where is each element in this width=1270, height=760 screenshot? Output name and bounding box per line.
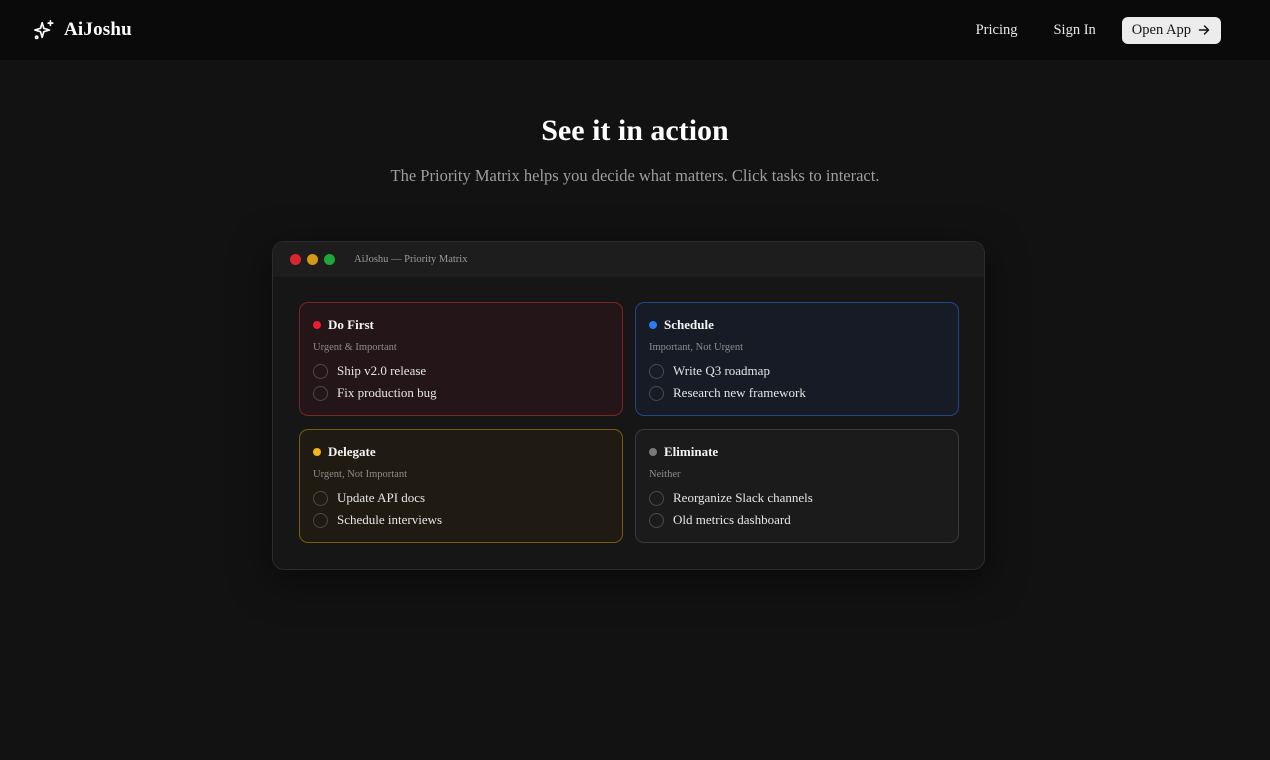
- quadrant-title: Do First: [328, 316, 374, 332]
- quadrant-do-first: Do First Urgent & Important Ship v2.0 re…: [299, 302, 623, 416]
- hero-subtitle: The Priority Matrix helps you decide wha…: [390, 166, 880, 185]
- task-checkbox[interactable]: [313, 363, 328, 379]
- quadrant-description: Neither: [649, 469, 681, 480]
- task-label: Fix production bug: [337, 385, 437, 400]
- top-navbar: AiJoshu Pricing Sign In Open App: [0, 0, 1270, 60]
- task-checkbox[interactable]: [313, 512, 328, 528]
- quadrant-title: Eliminate: [664, 443, 719, 459]
- open-app-label: Open App: [1131, 21, 1191, 38]
- window-titlebar: AiJoshu — Priority Matrix: [273, 242, 984, 277]
- task-label: Reorganize Slack channels: [673, 490, 813, 505]
- quadrant-header: Do First: [313, 317, 609, 332]
- hero-title: See it in action: [541, 114, 729, 147]
- quadrant-color-dot: [313, 447, 321, 456]
- sparkles-icon: [34, 20, 54, 40]
- window-title: AiJoshu — Priority Matrix: [354, 254, 468, 265]
- quadrant-header: Delegate: [313, 444, 609, 459]
- priority-matrix: Do First Urgent & Important Ship v2.0 re…: [299, 302, 959, 543]
- task-checkbox[interactable]: [649, 512, 664, 528]
- quadrant-description: Urgent & Important: [313, 342, 397, 353]
- quadrant-delegate: Delegate Urgent, Not Important Update AP…: [299, 429, 623, 543]
- main-nav: Pricing Sign In Open App: [976, 16, 1221, 44]
- task-item[interactable]: Old metrics dashboard: [649, 512, 945, 528]
- nav-pricing-link[interactable]: Pricing: [976, 22, 1018, 39]
- task-label: Update API docs: [337, 490, 426, 505]
- task-label: Research new framework: [673, 385, 806, 400]
- task-item[interactable]: Fix production bug: [313, 385, 609, 401]
- task-item[interactable]: Update API docs: [313, 490, 609, 506]
- quadrant-color-dot: [649, 320, 657, 329]
- task-checkbox[interactable]: [649, 490, 664, 506]
- quadrant-header: Schedule: [649, 317, 945, 332]
- quadrant-header: Eliminate: [649, 444, 945, 459]
- brand[interactable]: AiJoshu: [33, 19, 132, 41]
- quadrant-title: Schedule: [664, 316, 714, 332]
- task-checkbox[interactable]: [313, 490, 328, 506]
- task-label: Ship v2.0 release: [337, 363, 427, 378]
- quadrant-description: Urgent, Not Important: [313, 469, 407, 480]
- task-label: Write Q3 roadmap: [673, 363, 770, 378]
- window-maximize-dot: [324, 254, 335, 265]
- arrow-right-icon: [1198, 25, 1210, 35]
- window-close-dot: [290, 254, 301, 265]
- task-checkbox[interactable]: [649, 385, 664, 401]
- demo-window: AiJoshu — Priority Matrix Do First Urgen…: [272, 241, 985, 570]
- quadrant-eliminate: Eliminate Neither Reorganize Slack chann…: [635, 429, 959, 543]
- brand-name: AiJoshu: [64, 19, 132, 40]
- task-label: Schedule interviews: [337, 512, 443, 527]
- task-item[interactable]: Research new framework: [649, 385, 945, 401]
- task-checkbox[interactable]: [313, 385, 328, 401]
- quadrant-color-dot: [649, 447, 657, 456]
- nav-sign-in-link[interactable]: Sign In: [1053, 22, 1095, 39]
- task-item[interactable]: Ship v2.0 release: [313, 363, 609, 379]
- task-item[interactable]: Reorganize Slack channels: [649, 490, 945, 506]
- quadrant-schedule: Schedule Important, Not Urgent Write Q3 …: [635, 302, 959, 416]
- quadrant-color-dot: [313, 320, 321, 329]
- quadrant-description: Important, Not Urgent: [649, 342, 743, 353]
- task-checkbox[interactable]: [649, 363, 664, 379]
- task-label: Old metrics dashboard: [673, 512, 791, 527]
- quadrant-title: Delegate: [328, 443, 376, 459]
- task-item[interactable]: Schedule interviews: [313, 512, 609, 528]
- task-item[interactable]: Write Q3 roadmap: [649, 363, 945, 379]
- window-minimize-dot: [307, 254, 318, 265]
- open-app-button[interactable]: Open App: [1121, 16, 1221, 44]
